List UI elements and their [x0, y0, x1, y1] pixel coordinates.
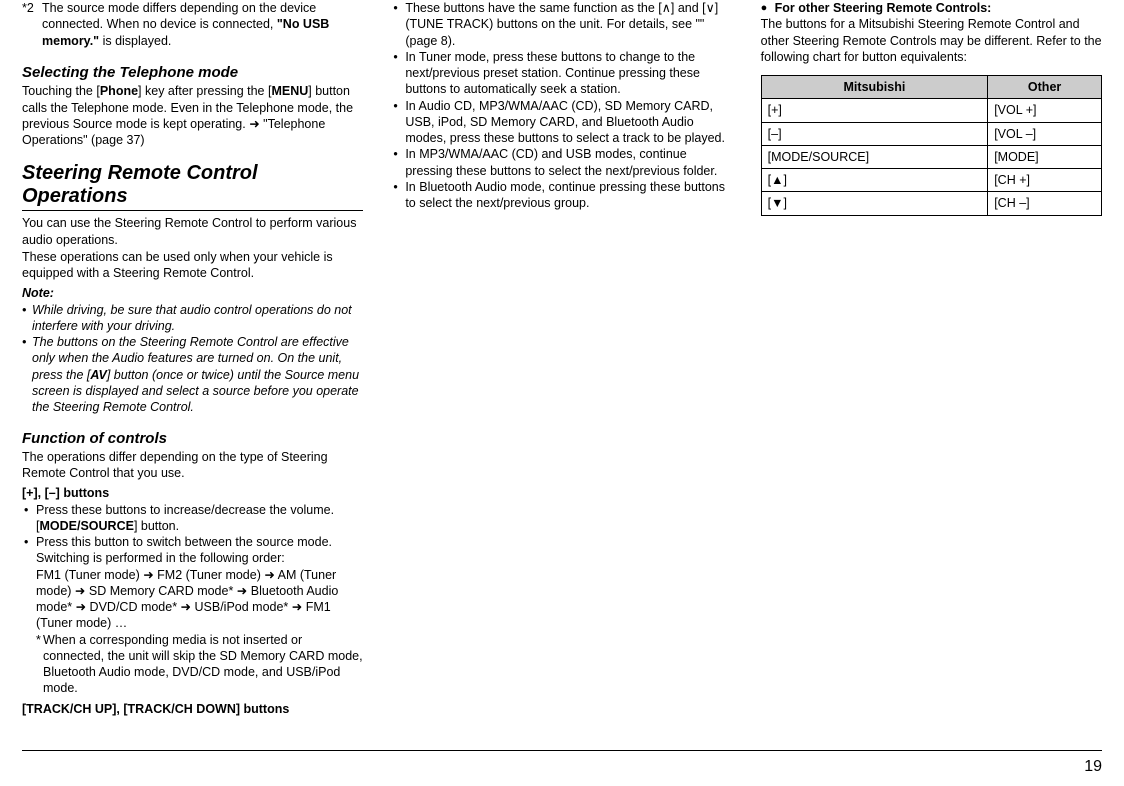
th-mitsubishi: Mitsubishi [761, 76, 988, 99]
para-steer-2: These operations can be used only when y… [22, 249, 363, 282]
note-heading: Note: [22, 285, 363, 301]
footnote2-text-b: is displayed. [99, 34, 171, 48]
heading-function-controls: Function of controls [22, 429, 363, 449]
table-row: [▲] [CH +] [761, 169, 1101, 192]
footnote-label: *2 [22, 0, 34, 16]
cell-o: [CH +] [988, 169, 1102, 192]
note1-text: While driving, be sure that audio contro… [32, 303, 352, 333]
para-select-telephone: Touching the [Phone] key after pressing … [22, 83, 363, 148]
tr-bullet-2: In Tuner mode, press these buttons to ch… [391, 49, 732, 98]
page-number: 19 [1084, 758, 1102, 775]
cell-o: [CH –] [988, 192, 1102, 215]
mode-sequence: FM1 (Tuner mode) ➜ FM2 (Tuner mode) ➜ AM… [22, 567, 363, 632]
note-item-1: •While driving, be sure that audio contr… [22, 302, 363, 335]
note-item-2: •The buttons on the Steering Remote Cont… [22, 334, 363, 415]
note2-av: AV [90, 368, 106, 382]
tr-bullet-3: In Audio CD, MP3/WMA/AAC (CD), SD Memory… [391, 98, 732, 147]
heading-other-remotes: For other Steering Remote Controls: [761, 0, 1102, 16]
cell-m: [+] [761, 99, 988, 122]
sel-txt-c: ] key after pressing the [ [138, 84, 271, 98]
pm-b1-mode: MODE/SOURCE [39, 519, 133, 533]
cell-o: [VOL –] [988, 122, 1102, 145]
asterisk-icon: * [36, 632, 41, 648]
footnote2-text-a: The source mode differs depending on the… [42, 1, 316, 31]
equiv-table: Mitsubishi Other [+] [VOL +] [–] [VOL –]… [761, 75, 1102, 216]
star-note: *When a corresponding media is not inser… [22, 632, 363, 697]
sel-txt-phone: Phone [100, 84, 138, 98]
table-row: [+] [VOL +] [761, 99, 1101, 122]
pm-bullet-1: Press these buttons to increase/decrease… [22, 502, 363, 535]
sel-txt-a: Touching the [ [22, 84, 100, 98]
equiv-table-wrap: Mitsubishi Other [+] [VOL +] [–] [VOL –]… [761, 75, 1102, 216]
para-func: The operations differ depending on the t… [22, 449, 363, 482]
para-other-remotes: The buttons for a Mitsubishi Steering Re… [761, 16, 1102, 65]
star-note-text: When a corresponding media is not insert… [43, 633, 363, 696]
table-header-row: Mitsubishi Other [761, 76, 1101, 99]
para-steer-1: You can use the Steering Remote Control … [22, 215, 363, 248]
table-row: [▼] [CH –] [761, 192, 1101, 215]
footnote-star2: *2 The source mode differs depending on … [22, 0, 363, 49]
table-row: [MODE/SOURCE] [MODE] [761, 145, 1101, 168]
table-row: [–] [VOL –] [761, 122, 1101, 145]
btn-head-plusminus: [+], [–] buttons [22, 485, 363, 501]
page-footer: 19 [22, 750, 1102, 778]
cell-o: [VOL +] [988, 99, 1102, 122]
cell-o: [MODE] [988, 145, 1102, 168]
tr-bullet-1: These buttons have the same function as … [391, 0, 732, 49]
cell-m: [MODE/SOURCE] [761, 145, 988, 168]
tr-bullet-5: In Bluetooth Audio mode, continue pressi… [391, 179, 732, 212]
th-other: Other [988, 76, 1102, 99]
heading-select-telephone: Selecting the Telephone mode [22, 63, 363, 83]
pm-b1-c: ] button. [134, 519, 179, 533]
pm-bullet-2: Press this button to switch between the … [22, 534, 363, 567]
cell-m: [▲] [761, 169, 988, 192]
tr-bullet-4: In MP3/WMA/AAC (CD) and USB modes, conti… [391, 146, 732, 179]
cell-m: [▼] [761, 192, 988, 215]
cell-m: [–] [761, 122, 988, 145]
sel-txt-menu: MENU [271, 84, 308, 98]
btn-head-track: [TRACK/CH UP], [TRACK/CH DOWN] buttons [22, 701, 363, 717]
heading-steering-remote: Steering Remote Control Operations [22, 162, 363, 211]
